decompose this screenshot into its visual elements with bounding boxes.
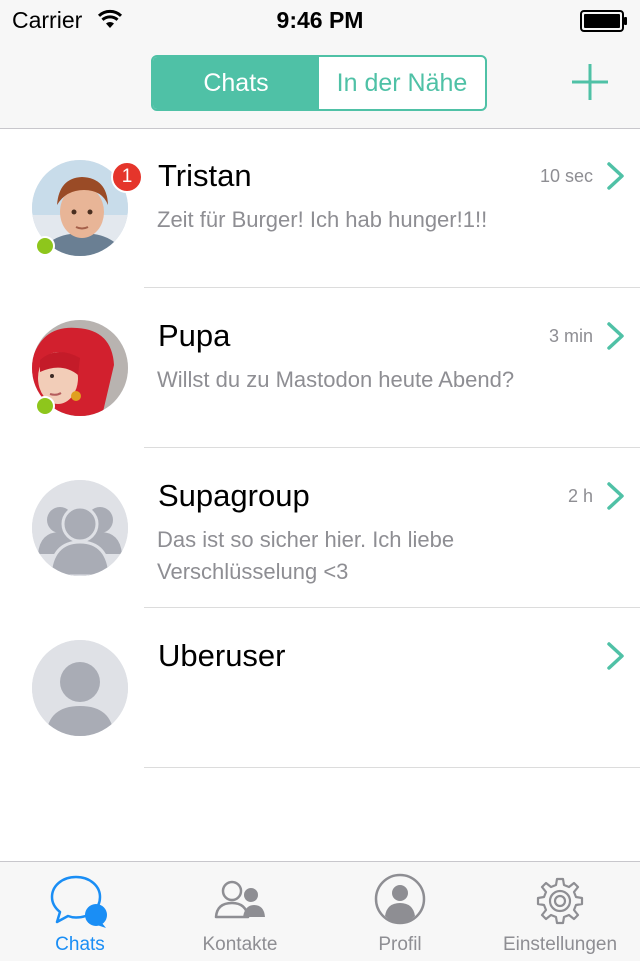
online-indicator: [35, 236, 55, 256]
chevron-right-icon: [607, 482, 624, 510]
chevron-right-icon: [607, 322, 624, 350]
segment-chats[interactable]: Chats: [153, 57, 319, 109]
tab-bar: Chats Kontakte Profil Einstellungen: [0, 861, 640, 961]
gear-icon: [536, 877, 584, 925]
clock: 9:46 PM: [276, 7, 364, 33]
status-bar: Carrier 9:46 PM: [0, 0, 640, 40]
segmented-control: Chats In der Nähe: [151, 55, 487, 111]
chat-preview: Zeit für Burger! Ich hab hunger!1!!: [157, 207, 488, 232]
online-indicator: [35, 396, 55, 416]
avatar: [32, 480, 128, 576]
chat-name: Supagroup: [158, 478, 310, 513]
chat-row-uberuser[interactable]: Uberuser: [0, 608, 640, 768]
tab-label: Profil: [378, 934, 422, 955]
row-divider: [144, 767, 640, 768]
chevron-right-icon: [607, 162, 624, 190]
chat-timestamp: 2 h: [567, 486, 593, 506]
chat-name: Tristan: [158, 158, 252, 193]
tab-label: Einstellungen: [502, 934, 618, 955]
profile-icon: [374, 873, 426, 925]
chat-row-tristan[interactable]: 1 Tristan 10 sec Zeit für Burger! Ich ha…: [0, 128, 640, 288]
group-avatar-icon: [32, 480, 128, 576]
tab-label: Kontakte: [202, 934, 278, 955]
plus-icon[interactable]: [570, 62, 610, 102]
chat-timestamp: 10 sec: [539, 166, 593, 186]
chat-row-supagroup[interactable]: Supagroup 2 h Das ist so sicher hier. Ic…: [0, 448, 640, 608]
chevron-right-icon: [607, 642, 624, 670]
chat-row-pupa[interactable]: Pupa 3 min Willst du zu Mastodon heute A…: [0, 288, 640, 448]
chat-name: Uberuser: [158, 638, 286, 673]
tab-chats[interactable]: Chats: [0, 862, 160, 961]
avatar: [32, 640, 128, 736]
segment-nearby[interactable]: In der Nähe: [319, 57, 485, 109]
chat-timestamp: 3 min: [548, 326, 593, 346]
tab-settings[interactable]: Einstellungen: [480, 862, 640, 961]
tab-profile[interactable]: Profil: [320, 862, 480, 961]
chat-bubbles-icon: [50, 875, 107, 928]
unread-badge: 1: [111, 161, 143, 193]
navigation-bar: Chats In der Nähe: [0, 40, 640, 129]
chat-name: Pupa: [158, 318, 231, 353]
tab-contacts[interactable]: Kontakte: [160, 862, 320, 961]
chat-preview: Das ist so sicher hier. Ich liebe Versch…: [157, 527, 455, 584]
contacts-icon: [214, 880, 265, 919]
tab-label: Chats: [55, 934, 105, 955]
chat-preview: Willst du zu Mastodon heute Abend?: [157, 367, 515, 392]
person-avatar-icon: [32, 640, 128, 736]
battery-icon: [580, 10, 627, 32]
